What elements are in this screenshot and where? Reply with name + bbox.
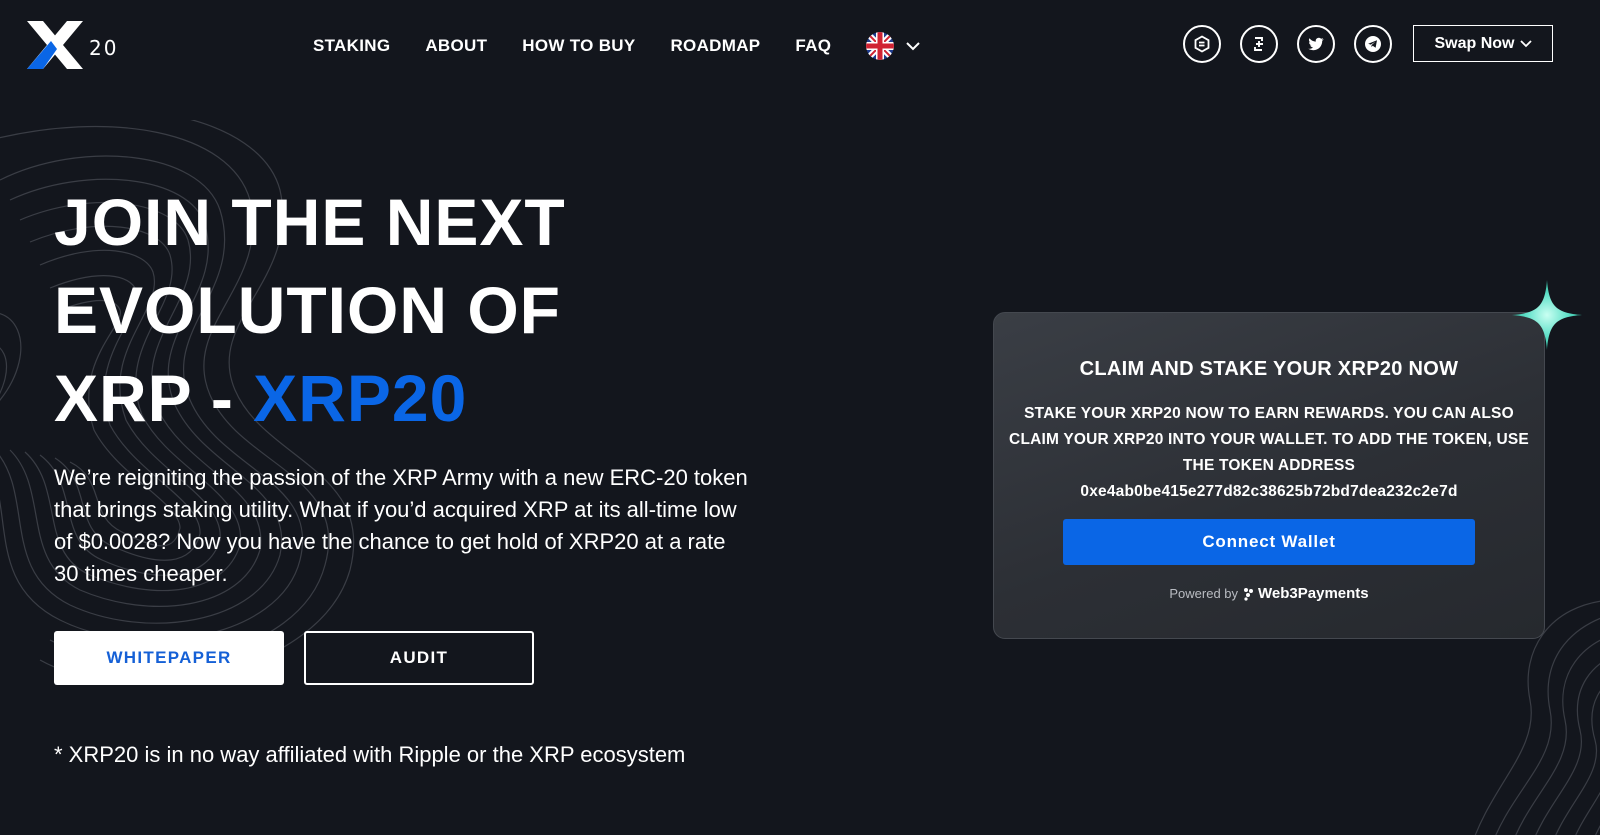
telegram-icon bbox=[1365, 36, 1381, 52]
hero-title: JOIN THE NEXT EVOLUTION OF XRP - XRP20 bbox=[54, 178, 754, 442]
card-instructions: STAKE YOUR XRP20 NOW TO EARN REWARDS. YO… bbox=[1009, 401, 1529, 505]
language-selector[interactable] bbox=[866, 32, 920, 60]
powered-by-label: Powered by bbox=[1169, 586, 1239, 601]
disclaimer-text: * XRP20 is in no way affiliated with Rip… bbox=[54, 742, 686, 767]
connect-wallet-button[interactable]: Connect Wallet bbox=[1063, 519, 1475, 565]
chevron-down-icon bbox=[1519, 39, 1532, 47]
nav-how-to-buy[interactable]: HOW TO BUY bbox=[522, 36, 635, 56]
card-instructions-text: STAKE YOUR XRP20 NOW TO EARN REWARDS. YO… bbox=[1009, 405, 1529, 474]
page: 20 STAKING ABOUT HOW TO BUY ROADMAP FAQ bbox=[0, 0, 1600, 835]
token-address: 0xe4ab0be415e277d82c38625b72bd7dea232c2e… bbox=[1080, 483, 1458, 500]
hero-title-line-2: EVOLUTION OF bbox=[54, 273, 561, 347]
etherscan-link[interactable] bbox=[1183, 25, 1221, 63]
powered-by: Powered by Web3Payments bbox=[994, 585, 1544, 602]
hero-description: We’re reigniting the passion of the XRP … bbox=[54, 465, 748, 586]
swap-now-label: Swap Now bbox=[1434, 34, 1515, 52]
social-links bbox=[1183, 25, 1411, 63]
uk-flag-icon bbox=[866, 32, 895, 60]
nav-roadmap[interactable]: ROADMAP bbox=[670, 36, 760, 56]
web3payments-brand[interactable]: Web3Payments bbox=[1243, 585, 1369, 602]
twitter-link[interactable] bbox=[1297, 25, 1335, 63]
x-logo-icon bbox=[27, 21, 83, 69]
hero-title-accent: XRP20 bbox=[253, 361, 468, 435]
swap-now-button[interactable]: Swap Now bbox=[1413, 25, 1553, 62]
chevron-down-icon bbox=[906, 42, 920, 51]
dextools-icon bbox=[1254, 37, 1263, 51]
etherscan-icon bbox=[1194, 35, 1210, 53]
hero-title-line-1: JOIN THE NEXT bbox=[54, 185, 566, 259]
dextools-link[interactable] bbox=[1240, 25, 1278, 63]
web3payments-logo-icon bbox=[1244, 587, 1254, 601]
sparkle-icon bbox=[1512, 280, 1582, 350]
web3payments-label: Web3Payments bbox=[1258, 585, 1369, 602]
card-title: CLAIM AND STAKE YOUR XRP20 NOW bbox=[1079, 358, 1459, 380]
logo-text: 20 bbox=[89, 36, 119, 60]
nav-about[interactable]: ABOUT bbox=[425, 36, 487, 56]
nav-faq[interactable]: FAQ bbox=[795, 36, 831, 56]
telegram-link[interactable] bbox=[1354, 25, 1392, 63]
main-nav: STAKING ABOUT HOW TO BUY ROADMAP FAQ bbox=[313, 32, 920, 60]
site-header: 20 STAKING ABOUT HOW TO BUY ROADMAP FAQ bbox=[0, 0, 1600, 90]
logo[interactable]: 20 bbox=[25, 18, 125, 72]
nav-staking[interactable]: STAKING bbox=[313, 36, 390, 56]
twitter-icon bbox=[1308, 37, 1324, 51]
claim-stake-card: CLAIM AND STAKE YOUR XRP20 NOW STAKE YOU… bbox=[993, 312, 1545, 639]
whitepaper-button[interactable]: WHITEPAPER bbox=[54, 631, 284, 685]
hero-title-line-3-prefix: XRP - bbox=[54, 361, 254, 435]
audit-button[interactable]: AUDIT bbox=[304, 631, 534, 685]
